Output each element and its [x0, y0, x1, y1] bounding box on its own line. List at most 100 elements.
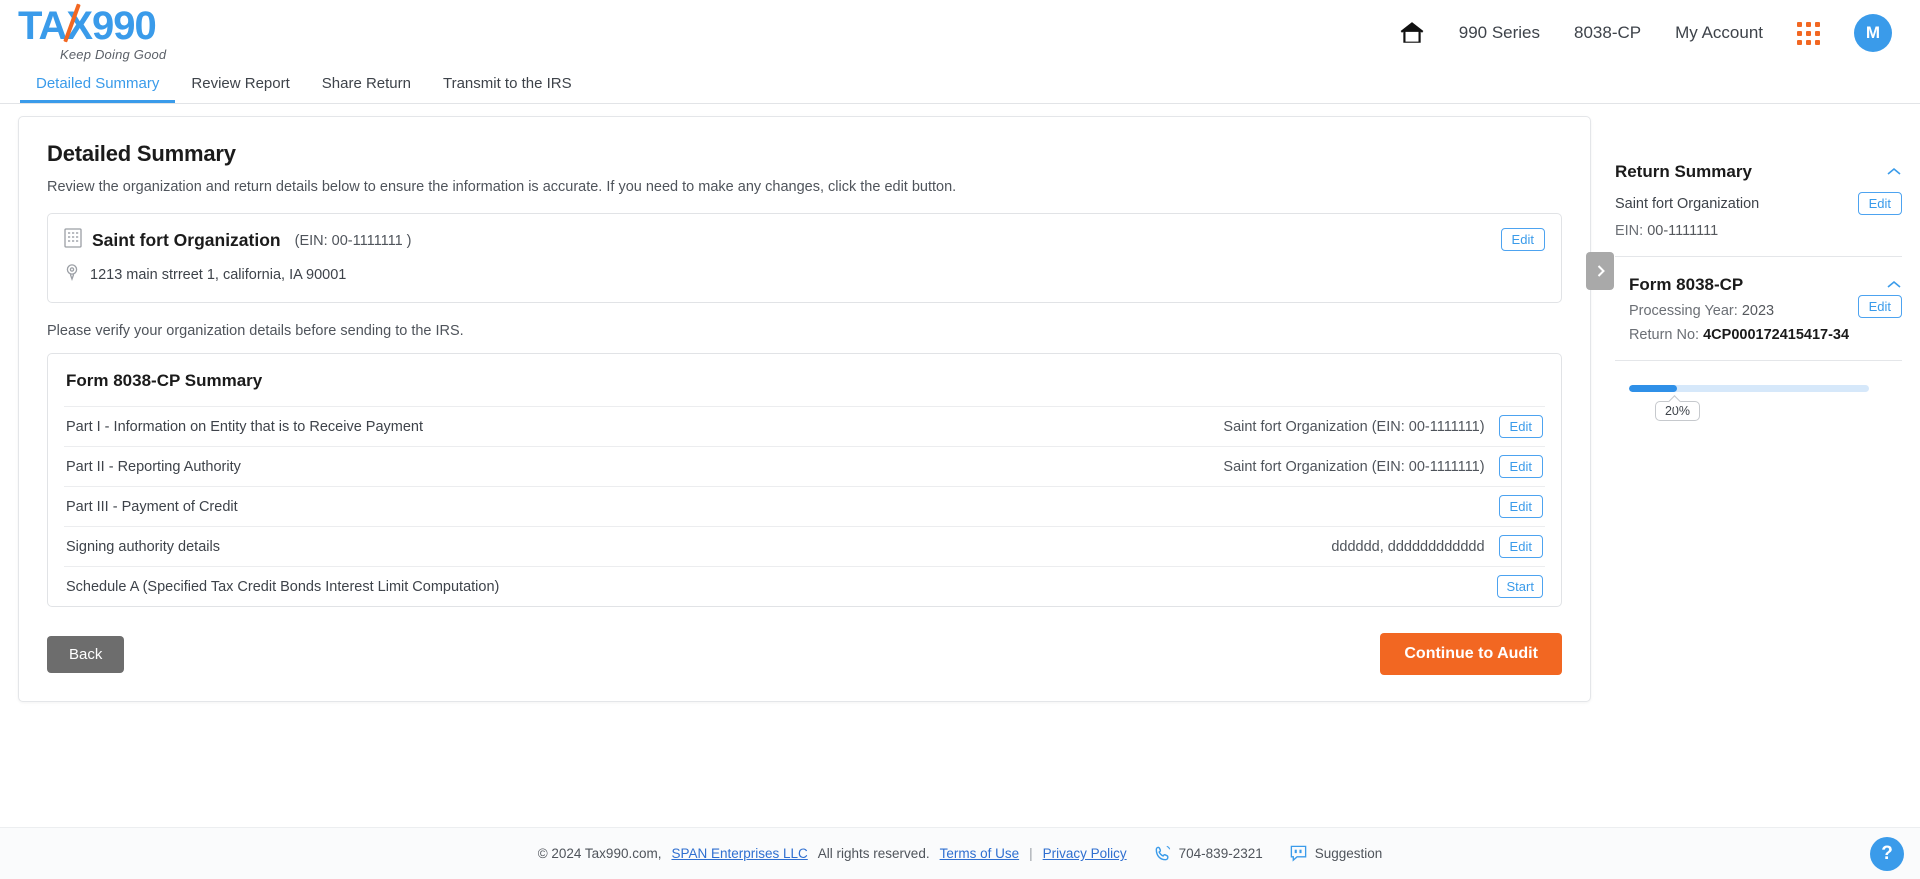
organization-card: Saint fort Organization (EIN: 00-1111111… [47, 213, 1562, 303]
home-icon[interactable] [1399, 20, 1425, 46]
logo-990: 990 [92, 4, 156, 48]
summary-row-action-button[interactable]: Edit [1499, 455, 1543, 478]
processing-year-value: 2023 [1742, 303, 1774, 319]
sidebar-ein-row: EIN: 00-1111111 [1615, 223, 1902, 239]
return-summary-title: Return Summary [1615, 162, 1752, 182]
tab-bar: Detailed Summary Review Report Share Ret… [0, 66, 1920, 104]
summary-row-label: Part III - Payment of Credit [66, 499, 1471, 515]
tab-detailed-summary[interactable]: Detailed Summary [20, 66, 175, 103]
summary-row-value: dddddd, dddddddddddd [1331, 539, 1484, 555]
form-8038cp-details: Processing Year: 2023 Return No: 4CP0001… [1629, 295, 1902, 343]
return-no-row: Return No: 4CP000172415417-34 [1629, 327, 1858, 343]
chevron-up-icon[interactable] [1886, 165, 1902, 180]
phone-icon [1153, 844, 1172, 863]
footer-privacy-link[interactable]: Privacy Policy [1043, 846, 1127, 861]
form-8038cp-kv-list: Processing Year: 2023 Return No: 4CP0001… [1629, 295, 1858, 343]
summary-row-label: Signing authority details [66, 539, 1317, 555]
progress-bar-fill [1629, 385, 1677, 392]
summary-row-action-button[interactable]: Edit [1499, 495, 1543, 518]
table-row: Part III - Payment of Credit Edit [64, 486, 1545, 526]
building-icon [64, 228, 82, 253]
sidebar-ein-label: EIN: [1615, 223, 1643, 239]
organization-address: 1213 main strreet 1, california, IA 9000… [90, 267, 346, 283]
progress-bar [1629, 385, 1869, 392]
summary-row-value: Saint fort Organization (EIN: 00-1111111… [1223, 419, 1484, 435]
form-8038cp-edit-button[interactable]: Edit [1858, 295, 1902, 318]
action-bar: Back Continue to Audit [47, 633, 1562, 675]
quote-icon [1289, 844, 1308, 863]
sidebar-divider [1615, 256, 1902, 257]
summary-row-action-button[interactable]: Start [1497, 575, 1542, 598]
sidebar-collapse-handle[interactable] [1586, 252, 1614, 290]
page-footer: © 2024 Tax990.com, SPAN Enterprises LLC … [0, 827, 1920, 879]
page-title: Detailed Summary [47, 141, 1562, 167]
footer-rights: All rights reserved. [818, 846, 930, 861]
processing-year-label: Processing Year: [1629, 303, 1738, 319]
footer-suggestion[interactable]: Suggestion [1289, 844, 1383, 863]
organization-edit-button[interactable]: Edit [1501, 228, 1545, 251]
tab-share-return[interactable]: Share Return [306, 66, 427, 103]
progress-section: 20% [1615, 385, 1902, 392]
summary-row-label: Schedule A (Specified Tax Credit Bonds I… [66, 579, 1469, 595]
grid-apps-icon[interactable] [1797, 22, 1820, 45]
top-header: TAX990 Keep Doing Good 990 Series 8038-C… [0, 0, 1920, 66]
organization-details: Saint fort Organization (EIN: 00-1111111… [64, 228, 1501, 286]
location-pin-icon [64, 263, 80, 286]
chevron-right-icon [1594, 263, 1607, 279]
nav-990-series[interactable]: 990 Series [1459, 23, 1540, 43]
help-button[interactable]: ? [1870, 837, 1904, 871]
footer-phone[interactable]: 704-839-2321 [1153, 844, 1263, 863]
tax990-logo[interactable]: TAX990 Keep Doing Good [18, 6, 166, 61]
return-summary-sidebar: Return Summary Saint fort Organization E… [1615, 116, 1902, 392]
footer-phone-number: 704-839-2321 [1179, 846, 1263, 861]
table-row: Part II - Reporting Authority Saint fort… [64, 446, 1545, 486]
form-8038cp-header: Form 8038-CP [1629, 275, 1902, 295]
summary-row-value: Saint fort Organization (EIN: 00-1111111… [1223, 459, 1484, 475]
form-8038cp-title: Form 8038-CP [1629, 275, 1743, 295]
organization-name-row: Saint fort Organization (EIN: 00-1111111… [64, 228, 1501, 253]
avatar[interactable]: M [1854, 14, 1892, 52]
summary-row-label: Part II - Reporting Authority [66, 459, 1209, 475]
return-no-label: Return No: [1629, 327, 1699, 343]
tab-transmit-to-irs[interactable]: Transmit to the IRS [427, 66, 588, 103]
logo-text: TAX990 [18, 6, 156, 46]
footer-copyright: © 2024 Tax990.com, [538, 846, 662, 861]
chevron-up-icon[interactable] [1886, 278, 1902, 293]
footer-suggestion-label: Suggestion [1315, 846, 1383, 861]
verify-note: Please verify your organization details … [47, 323, 1562, 339]
nav-8038-cp[interactable]: 8038-CP [1574, 23, 1641, 43]
sidebar-org-edit-button[interactable]: Edit [1858, 192, 1902, 215]
organization-ein: (EIN: 00-1111111 ) [295, 233, 412, 249]
logo-x-mark: X [66, 6, 92, 46]
back-button[interactable]: Back [47, 636, 124, 673]
table-row: Part I - Information on Entity that is t… [64, 406, 1545, 446]
continue-to-audit-button[interactable]: Continue to Audit [1380, 633, 1562, 675]
table-row: Schedule A (Specified Tax Credit Bonds I… [64, 566, 1545, 606]
footer-separator: | [1029, 846, 1033, 861]
form-summary-card: Form 8038-CP Summary Part I - Informatio… [47, 353, 1562, 607]
form-summary-block: Form 8038-CP Processing Year: 2023 Retur… [1615, 275, 1902, 343]
detailed-summary-card: Detailed Summary Review the organization… [18, 116, 1591, 702]
sidebar-ein-value: 00-1111111 [1647, 223, 1718, 239]
sidebar-org-row: Saint fort Organization Edit [1615, 192, 1902, 215]
summary-row-label: Part I - Information on Entity that is t… [66, 419, 1209, 435]
return-summary-header: Return Summary [1615, 162, 1902, 182]
organization-name: Saint fort Organization [92, 230, 281, 251]
return-no-value: 4CP000172415417-34 [1703, 327, 1849, 343]
summary-row-action-button[interactable]: Edit [1499, 535, 1543, 558]
nav-my-account[interactable]: My Account [1675, 23, 1763, 43]
page-body: Detailed Summary Review the organization… [0, 104, 1920, 702]
processing-year-row: Processing Year: 2023 [1629, 303, 1858, 319]
footer-terms-link[interactable]: Terms of Use [940, 846, 1020, 861]
tab-review-report[interactable]: Review Report [175, 66, 305, 103]
footer-company-link[interactable]: SPAN Enterprises LLC [671, 846, 807, 861]
form-summary-title: Form 8038-CP Summary [64, 354, 1545, 406]
table-row: Signing authority details dddddd, dddddd… [64, 526, 1545, 566]
logo-ta: TA [18, 4, 66, 48]
page-subtitle: Review the organization and return detai… [47, 179, 1562, 195]
sidebar-org-name: Saint fort Organization [1615, 196, 1858, 212]
sidebar-divider-2 [1615, 360, 1902, 361]
progress-percent-badge: 20% [1655, 401, 1700, 421]
summary-row-action-button[interactable]: Edit [1499, 415, 1543, 438]
organization-address-row: 1213 main strreet 1, california, IA 9000… [64, 263, 1501, 286]
